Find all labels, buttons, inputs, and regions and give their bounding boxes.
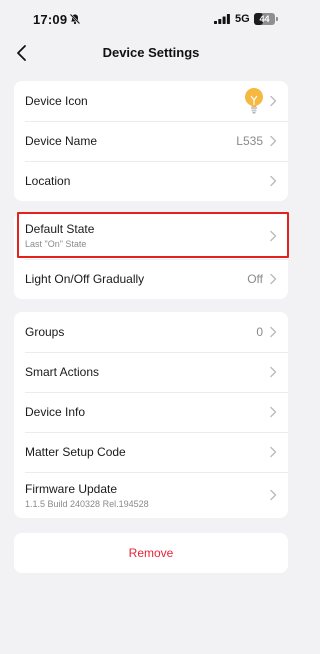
remove-label: Remove	[128, 546, 174, 560]
device-icon-label: Device Icon	[25, 94, 88, 108]
device-info-row[interactable]: Device Info	[14, 392, 288, 432]
smart-actions-row[interactable]: Smart Actions	[14, 352, 288, 392]
device-name-value: L535	[236, 134, 263, 148]
bell-off-icon	[69, 13, 81, 25]
chevron-right-icon	[270, 366, 277, 378]
chevron-right-icon	[270, 406, 277, 418]
light-gradual-label: Light On/Off Gradually	[25, 272, 145, 286]
chevron-right-icon	[270, 95, 277, 107]
matter-setup-label: Matter Setup Code	[25, 445, 126, 459]
chevron-right-icon	[270, 230, 277, 241]
settings-group-device: Device Icon Device Name L535 Location	[14, 81, 288, 201]
groups-row[interactable]: Groups 0	[14, 312, 288, 352]
battery-tip	[276, 17, 278, 21]
chevron-right-icon	[270, 135, 277, 147]
smart-actions-label: Smart Actions	[25, 365, 100, 379]
battery-percent: 44	[259, 14, 270, 24]
device-name-row[interactable]: Device Name L535	[14, 121, 288, 161]
battery-indicator: 44	[254, 13, 278, 25]
settings-group-info: Groups 0 Smart Actions Device Info Matte…	[14, 312, 288, 518]
device-icon-row[interactable]: Device Icon	[14, 81, 288, 121]
light-gradual-value: Off	[247, 272, 263, 286]
settings-group-light: Default State Last "On" State Light On/O…	[14, 212, 288, 299]
location-label: Location	[25, 174, 71, 188]
status-time: 17:09	[33, 12, 68, 27]
firmware-label: Firmware Update	[25, 481, 118, 496]
device-info-label: Device Info	[25, 405, 86, 419]
location-row[interactable]: Location	[14, 161, 288, 201]
default-state-text: Default State Last "On" State	[25, 222, 269, 249]
groups-label: Groups	[25, 325, 65, 339]
firmware-version: 1.1.5 Build 240328 Rel.194528	[25, 498, 149, 509]
default-state-sub: Last "On" State	[25, 239, 87, 249]
remove-button[interactable]: Remove	[14, 533, 288, 573]
firmware-text: Firmware Update 1.1.5 Build 240328 Rel.1…	[25, 482, 269, 509]
default-state-row[interactable]: Default State Last "On" State	[14, 212, 288, 259]
bulb-icon	[245, 88, 263, 114]
device-name-label: Device Name	[25, 134, 98, 148]
chevron-right-icon	[270, 175, 277, 187]
network-label: 5G	[235, 13, 250, 25]
chevron-right-icon	[270, 326, 277, 338]
firmware-update-row[interactable]: Firmware Update 1.1.5 Build 240328 Rel.1…	[14, 472, 288, 518]
default-state-label: Default State	[25, 222, 95, 236]
chevron-right-icon	[270, 273, 277, 285]
chevron-right-icon	[270, 489, 277, 501]
matter-setup-row[interactable]: Matter Setup Code	[14, 432, 288, 472]
status-bar: 17:09 5G 44	[0, 0, 302, 38]
page-title: Device Settings	[102, 45, 200, 60]
signal-icon	[214, 14, 230, 24]
chevron-right-icon	[270, 446, 277, 458]
nav-bar: Device Settings	[0, 38, 302, 68]
light-gradual-row[interactable]: Light On/Off Gradually Off	[14, 259, 288, 299]
groups-value: 0	[256, 325, 263, 339]
